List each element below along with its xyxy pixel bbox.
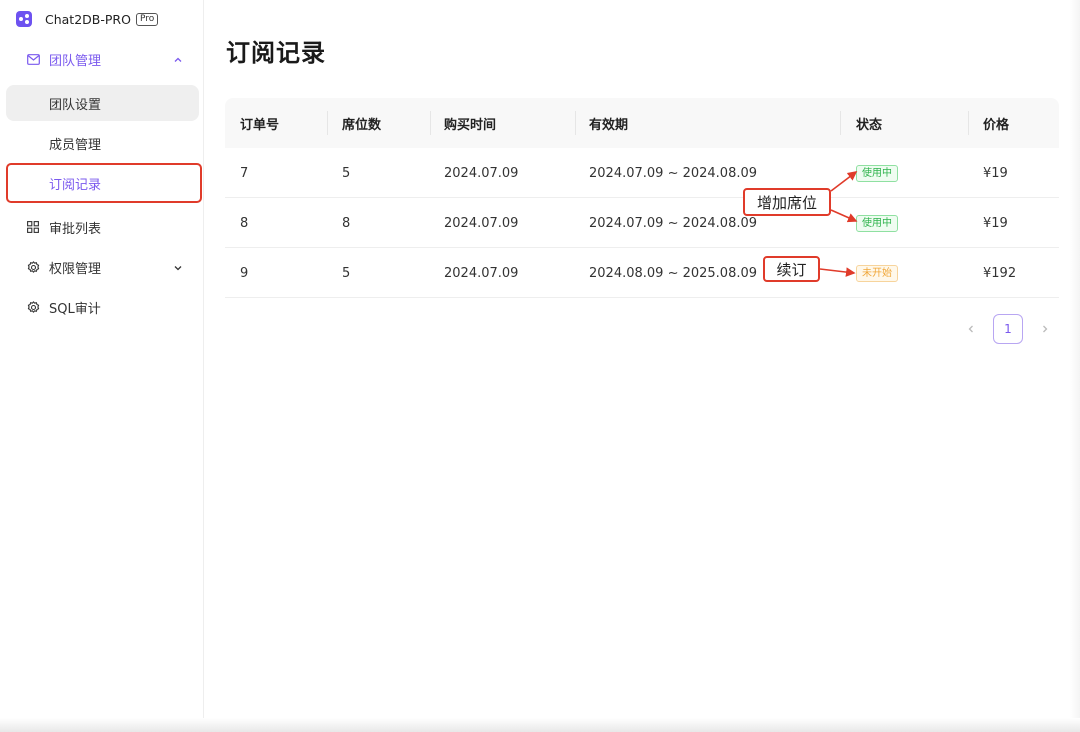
- cell-price: ¥192: [983, 265, 1017, 281]
- sidebar-item-member-management[interactable]: 成员管理: [6, 125, 199, 161]
- main-content: 订阅记录 订单号 席位数 购买时间 有效期 状态 价格 7 5 2024.07.…: [204, 0, 1080, 732]
- header-validity: 有效期: [589, 117, 629, 133]
- gear-icon: [26, 300, 40, 314]
- cell-purchased: 2024.07.09: [444, 165, 519, 181]
- annotation-add-seats: 增加席位: [743, 188, 831, 216]
- pagination: 1: [964, 314, 1052, 344]
- sidebar-item-permission-management[interactable]: 权限管理: [6, 249, 199, 285]
- header-purchase-time: 购买时间: [444, 117, 497, 133]
- sidebar-item-label: 团队管理: [49, 53, 102, 69]
- page-number-button[interactable]: 1: [993, 314, 1023, 344]
- status-badge: 使用中: [856, 164, 898, 182]
- cell-valid: 2024.08.09 ~ 2025.08.09: [589, 265, 758, 281]
- subscription-table: 订单号 席位数 购买时间 有效期 状态 价格 7 5 2024.07.09 20…: [225, 98, 1059, 298]
- sidebar-item-team-management[interactable]: 团队管理: [6, 41, 199, 77]
- gear-icon: [26, 260, 40, 274]
- header-seats: 席位数: [342, 117, 382, 133]
- window-edge-shade: [1070, 0, 1080, 732]
- header-status: 状态: [856, 117, 883, 133]
- header-order-number: 订单号: [240, 117, 280, 133]
- status-badge: 使用中: [856, 214, 898, 232]
- table-header: 订单号 席位数 购买时间 有效期 状态 价格: [225, 98, 1059, 148]
- cell-seats: 5: [342, 165, 351, 181]
- cell-purchased: 2024.07.09: [444, 215, 519, 231]
- window-edge-shade: [0, 718, 1080, 732]
- status-badge: 未开始: [856, 264, 898, 282]
- sidebar-item-team-settings[interactable]: 团队设置: [6, 85, 199, 121]
- sidebar-item-label: 权限管理: [49, 261, 102, 277]
- chevron-up-icon: [173, 54, 183, 64]
- cell-price: ¥19: [983, 165, 1008, 181]
- cell-purchased: 2024.07.09: [444, 265, 519, 281]
- sidebar-item-approval-list[interactable]: 审批列表: [6, 209, 199, 245]
- cell-seats: 8: [342, 215, 351, 231]
- pro-badge: Pro: [135, 12, 159, 26]
- sidebar-item-label: 审批列表: [49, 221, 102, 237]
- cell-valid: 2024.07.09 ~ 2024.08.09: [589, 165, 758, 181]
- highlight-box: [6, 163, 202, 203]
- cell-price: ¥19: [983, 215, 1008, 231]
- page-title: 订阅记录: [226, 39, 326, 67]
- chevron-right-icon[interactable]: [1038, 322, 1052, 336]
- chevron-left-icon[interactable]: [964, 322, 978, 336]
- table-row: 9 5 2024.07.09 2024.08.09 ~ 2025.08.09 未…: [225, 248, 1059, 298]
- sidebar: Chat2DB-PRO Pro 团队管理 团队设置 成员管理 订阅记录 审批列表…: [0, 0, 204, 732]
- cell-valid: 2024.07.09 ~ 2024.08.09: [589, 215, 758, 231]
- cell-order: 7: [240, 165, 249, 181]
- cell-seats: 5: [342, 265, 351, 281]
- cell-order: 9: [240, 265, 249, 281]
- table-row: 8 8 2024.07.09 2024.07.09 ~ 2024.08.09 使…: [225, 198, 1059, 248]
- sidebar-item-label: SQL审计: [49, 301, 101, 317]
- table-row: 7 5 2024.07.09 2024.07.09 ~ 2024.08.09 使…: [225, 148, 1059, 198]
- annotation-renew: 续订: [763, 256, 820, 282]
- app-name: Chat2DB-PRO: [45, 11, 131, 27]
- chevron-down-icon: [173, 262, 183, 272]
- header-price: 价格: [983, 117, 1010, 133]
- brand: Chat2DB-PRO Pro: [16, 9, 159, 29]
- sidebar-item-sql-audit[interactable]: SQL审计: [6, 289, 199, 325]
- cell-order: 8: [240, 215, 249, 231]
- grid-icon: [26, 220, 40, 234]
- mail-icon: [26, 52, 40, 66]
- app-logo-icon: [16, 11, 32, 27]
